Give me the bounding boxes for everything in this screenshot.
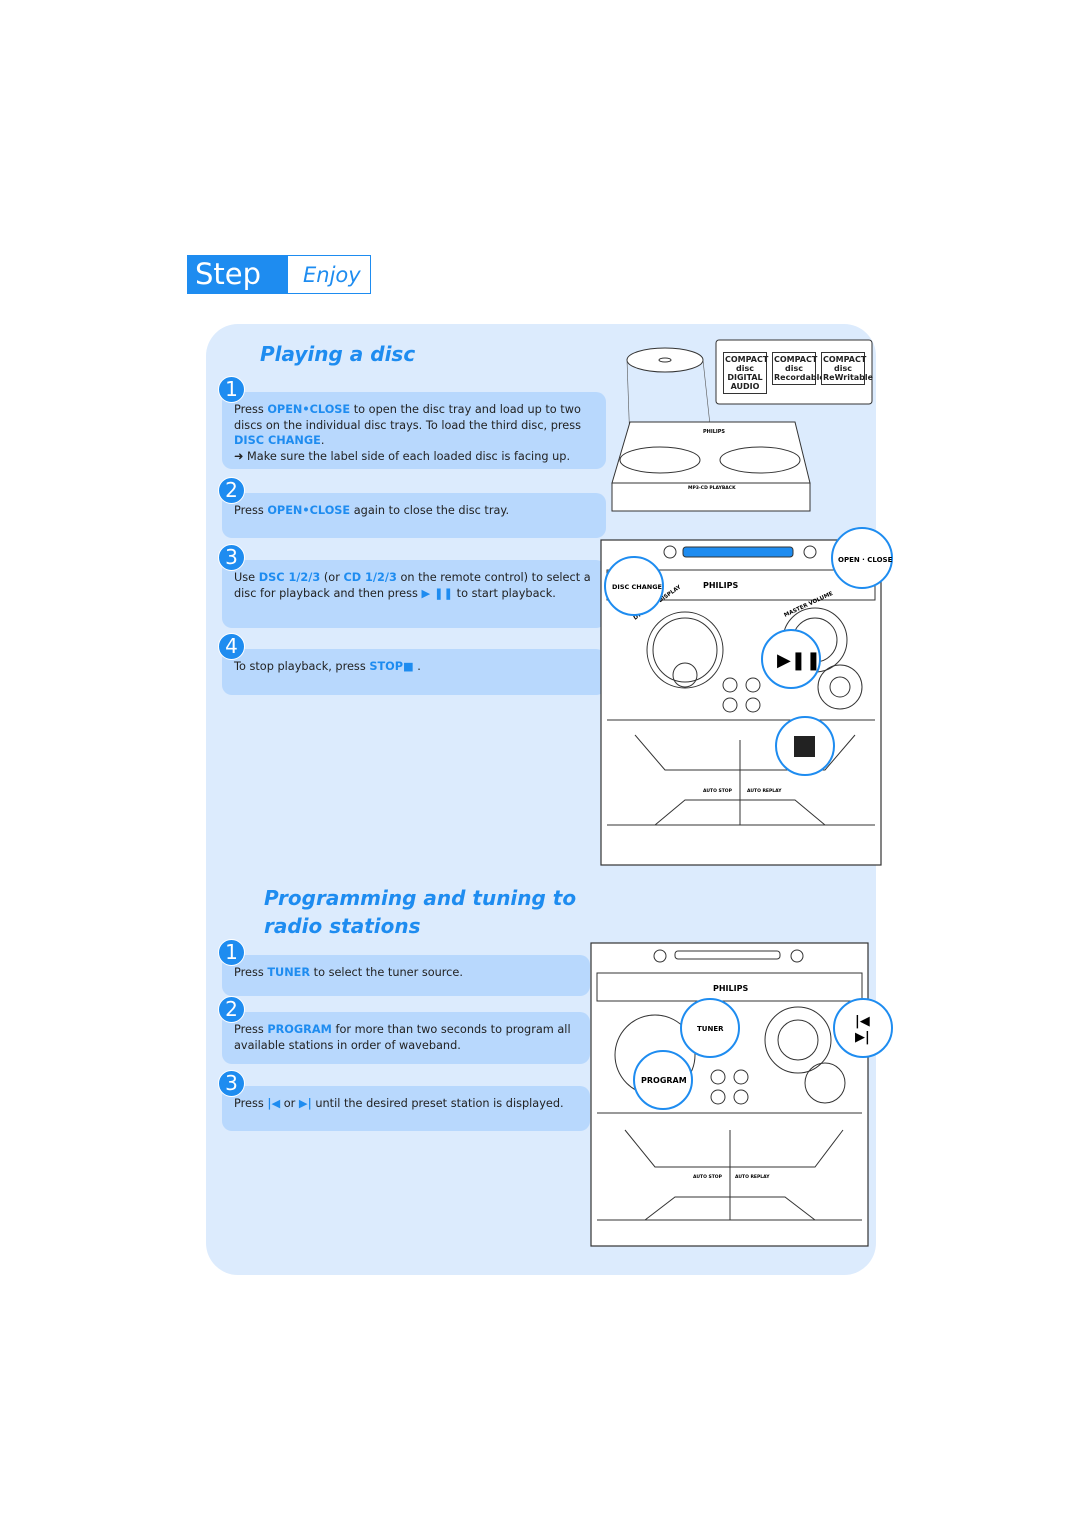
disc-logo-recordable: COMPACT disc Recordable <box>772 352 825 385</box>
step-text: Use DSC 1/2/3 (or CD 1/2/3 on the remote… <box>234 570 594 601</box>
brand-label: PHILIPS <box>713 984 748 993</box>
disc-change-label: DISC CHANGE <box>612 583 662 591</box>
text-segment: . <box>413 660 421 673</box>
step-box: To stop playback, press STOP■ . <box>222 649 606 695</box>
tuner-label: TUNER <box>697 1025 724 1033</box>
step-box: Press TUNER to select the tuner source. <box>222 955 590 996</box>
text-segment: (or <box>320 571 344 584</box>
title-line: Programming and tuning to <box>264 886 577 910</box>
step-number: 4 <box>218 633 245 660</box>
control-name: DISC CHANGE <box>234 434 321 447</box>
previous-icon: |◀ <box>855 1014 870 1029</box>
control-name: CD 1/2/3 <box>343 571 397 584</box>
auto-stop-label: AUTO STOP <box>693 1174 723 1180</box>
control-name: OPEN•CLOSE <box>267 504 351 517</box>
control-name: OPEN•CLOSE <box>267 403 351 416</box>
stereo-illustration-disc: PHILIPS DYNAMIC DISPLAY MASTER VOLUME AU… <box>600 527 893 866</box>
mp3-label: MP3-CD PLAYBACK <box>688 485 736 491</box>
step-text: To stop playback, press STOP■ . <box>234 659 594 675</box>
stereo-illustration-tuner: PHILIPS AUTO STOP AUTO REPLAY TUNER PROG… <box>590 942 893 1247</box>
text-segment: To stop playback, press <box>234 660 370 673</box>
control-name: PROGRAM <box>267 1023 332 1036</box>
text-segment: . <box>320 434 325 447</box>
step-text: Press OPEN•CLOSE to open the disc tray a… <box>234 402 594 449</box>
control-name: ▶ ❚❚ <box>421 586 454 600</box>
step-text: Press TUNER to select the tuner source. <box>234 965 578 981</box>
step-text: Press |◀ or ▶| until the desired preset … <box>234 1096 578 1112</box>
step-text: ➜ Make sure the label side of each loade… <box>234 449 594 465</box>
text-segment: until the desired preset station is disp… <box>311 1097 564 1110</box>
auto-replay-label: AUTO REPLAY <box>735 1174 770 1180</box>
step-text: Press OPEN•CLOSE again to close the disc… <box>234 503 594 519</box>
program-label: PROGRAM <box>641 1076 687 1085</box>
control-name: |◀ <box>267 1097 281 1110</box>
text-segment: Use <box>234 571 259 584</box>
title-line: radio stations <box>264 914 421 938</box>
control-name: ▶| <box>298 1097 312 1110</box>
step-number: 3 <box>218 544 245 571</box>
step-label: Step C <box>188 256 288 328</box>
step-header: Step C Enjoy <box>187 255 371 328</box>
next-icon: ▶| <box>855 1030 870 1045</box>
step-number: 1 <box>218 376 245 403</box>
auto-replay-label: AUTO REPLAY <box>747 788 782 794</box>
text-segment: to select the tuner source. <box>310 966 463 979</box>
text-segment: Press <box>234 504 268 517</box>
step-box: Press OPEN•CLOSE to open the disc tray a… <box>222 392 606 469</box>
step-box: Use DSC 1/2/3 (or CD 1/2/3 on the remote… <box>222 560 606 628</box>
step-text: Press PROGRAM for more than two seconds … <box>234 1022 578 1053</box>
step-number: 2 <box>218 477 245 504</box>
text-segment: Press <box>234 1023 268 1036</box>
section-title-playing: Playing a disc <box>260 342 416 366</box>
control-name: DSC 1/2/3 <box>258 571 321 584</box>
step-subtitle: Enjoy <box>303 263 361 287</box>
brand-label: PHILIPS <box>703 429 725 435</box>
step-number: 2 <box>218 996 245 1023</box>
brand-label: PHILIPS <box>703 581 738 590</box>
play-pause-icon: ▶❚❚ <box>777 650 821 671</box>
text-segment: again to close the disc tray. <box>350 504 510 517</box>
text-segment: or <box>280 1097 299 1110</box>
disc-logo-digital-audio: COMPACT disc DIGITAL AUDIO <box>723 352 768 394</box>
step-box: Press PROGRAM for more than two seconds … <box>222 1012 590 1064</box>
control-name: STOP■ <box>369 660 414 673</box>
auto-stop-label: AUTO STOP <box>703 788 733 794</box>
step-number: 3 <box>218 1070 245 1097</box>
disc-logo-rewritable: COMPACT disc ReWritable <box>821 352 873 385</box>
text-segment: Press <box>234 966 268 979</box>
step-box: Press |◀ or ▶| until the desired preset … <box>222 1086 590 1131</box>
stop-icon <box>794 736 815 757</box>
open-close-label: OPEN · CLOSE <box>838 556 893 564</box>
text-segment: ➜ Make sure the label side of each loade… <box>234 449 571 463</box>
text-segment: Press <box>234 1097 268 1110</box>
control-name: TUNER <box>267 966 311 979</box>
section-title-programming: Programming and tuning to radio stations <box>264 884 576 940</box>
text-segment: Press <box>234 403 268 416</box>
step-box: Press OPEN•CLOSE again to close the disc… <box>222 493 606 538</box>
text-segment: to start playback. <box>453 586 556 600</box>
step-number: 1 <box>218 939 245 966</box>
